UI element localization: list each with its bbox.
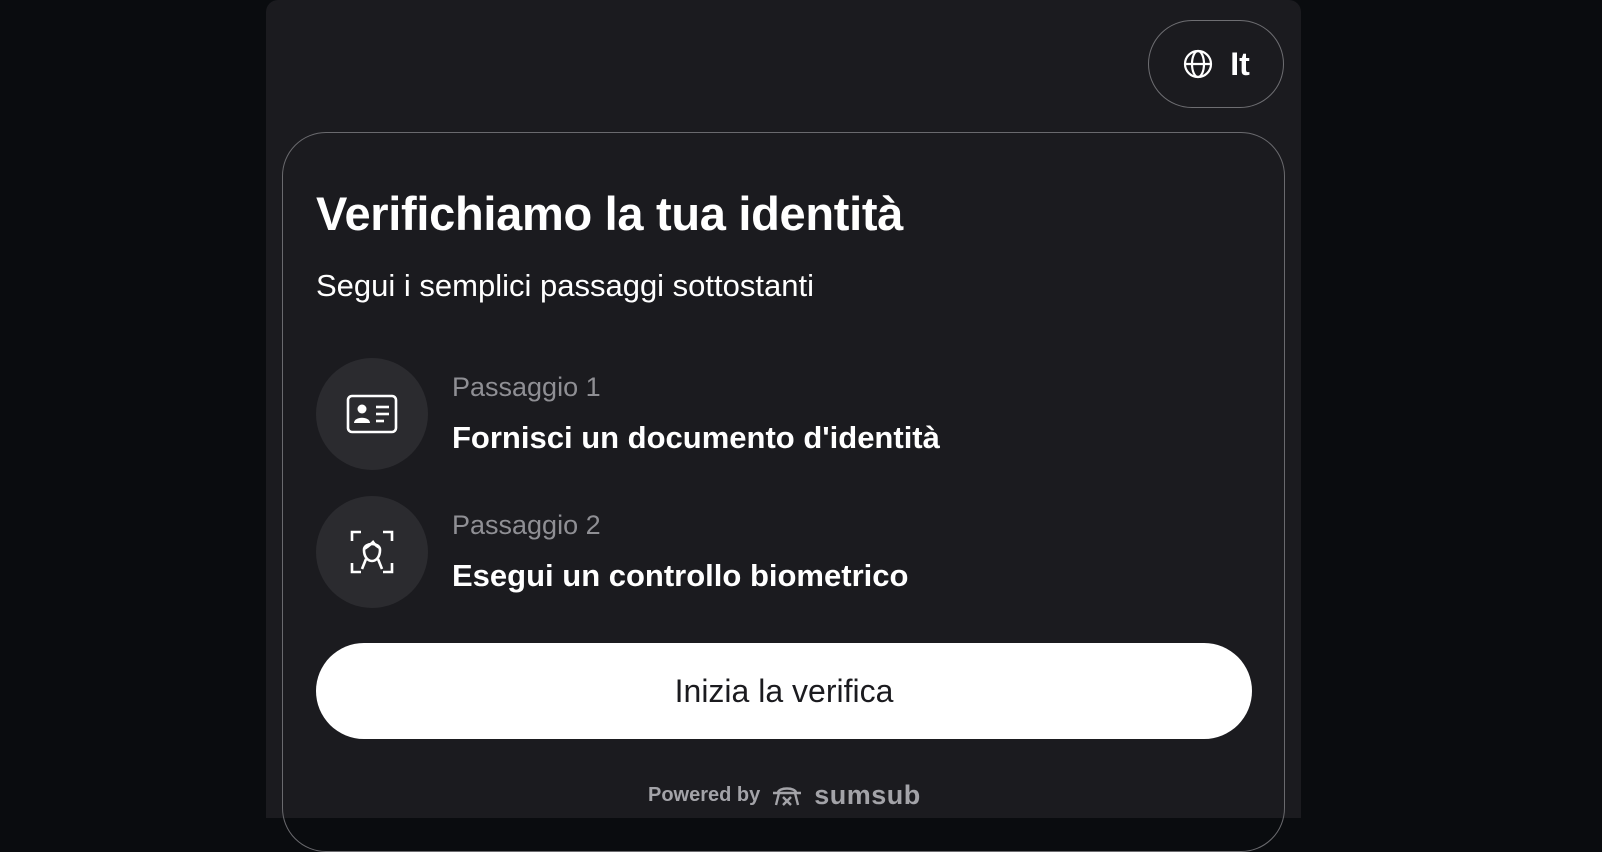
globe-icon [1184, 49, 1213, 79]
page-title: Verifichiamo la tua identità [316, 187, 904, 240]
brand-name: sumsub [814, 780, 921, 810]
step-item-document: Passaggio 1 Fornisci un documento d'iden… [316, 358, 1216, 470]
step-icon-circle [316, 358, 428, 470]
step-text: Fornisci un documento d'identità [452, 420, 940, 455]
start-verification-button[interactable]: Inizia la verifica [316, 643, 1252, 739]
step-text: Esegui un controllo biometrico [452, 558, 909, 593]
page-subtitle: Segui i semplici passaggi sottostanti [316, 268, 814, 303]
face-scan-icon [350, 530, 394, 574]
step-item-biometric: Passaggio 2 Esegui un controllo biometri… [316, 496, 1216, 608]
step-label: Passaggio 1 [452, 372, 601, 402]
id-card-icon [346, 394, 398, 434]
sumsub-logo-icon [773, 786, 802, 806]
powered-by-footer: Powered by sumsub [648, 780, 921, 811]
language-selector-button[interactable]: It [1148, 20, 1284, 108]
step-icon-circle [316, 496, 428, 608]
powered-by-label: Powered by [648, 784, 761, 806]
language-label: It [1230, 45, 1250, 82]
step-label: Passaggio 2 [452, 510, 601, 540]
